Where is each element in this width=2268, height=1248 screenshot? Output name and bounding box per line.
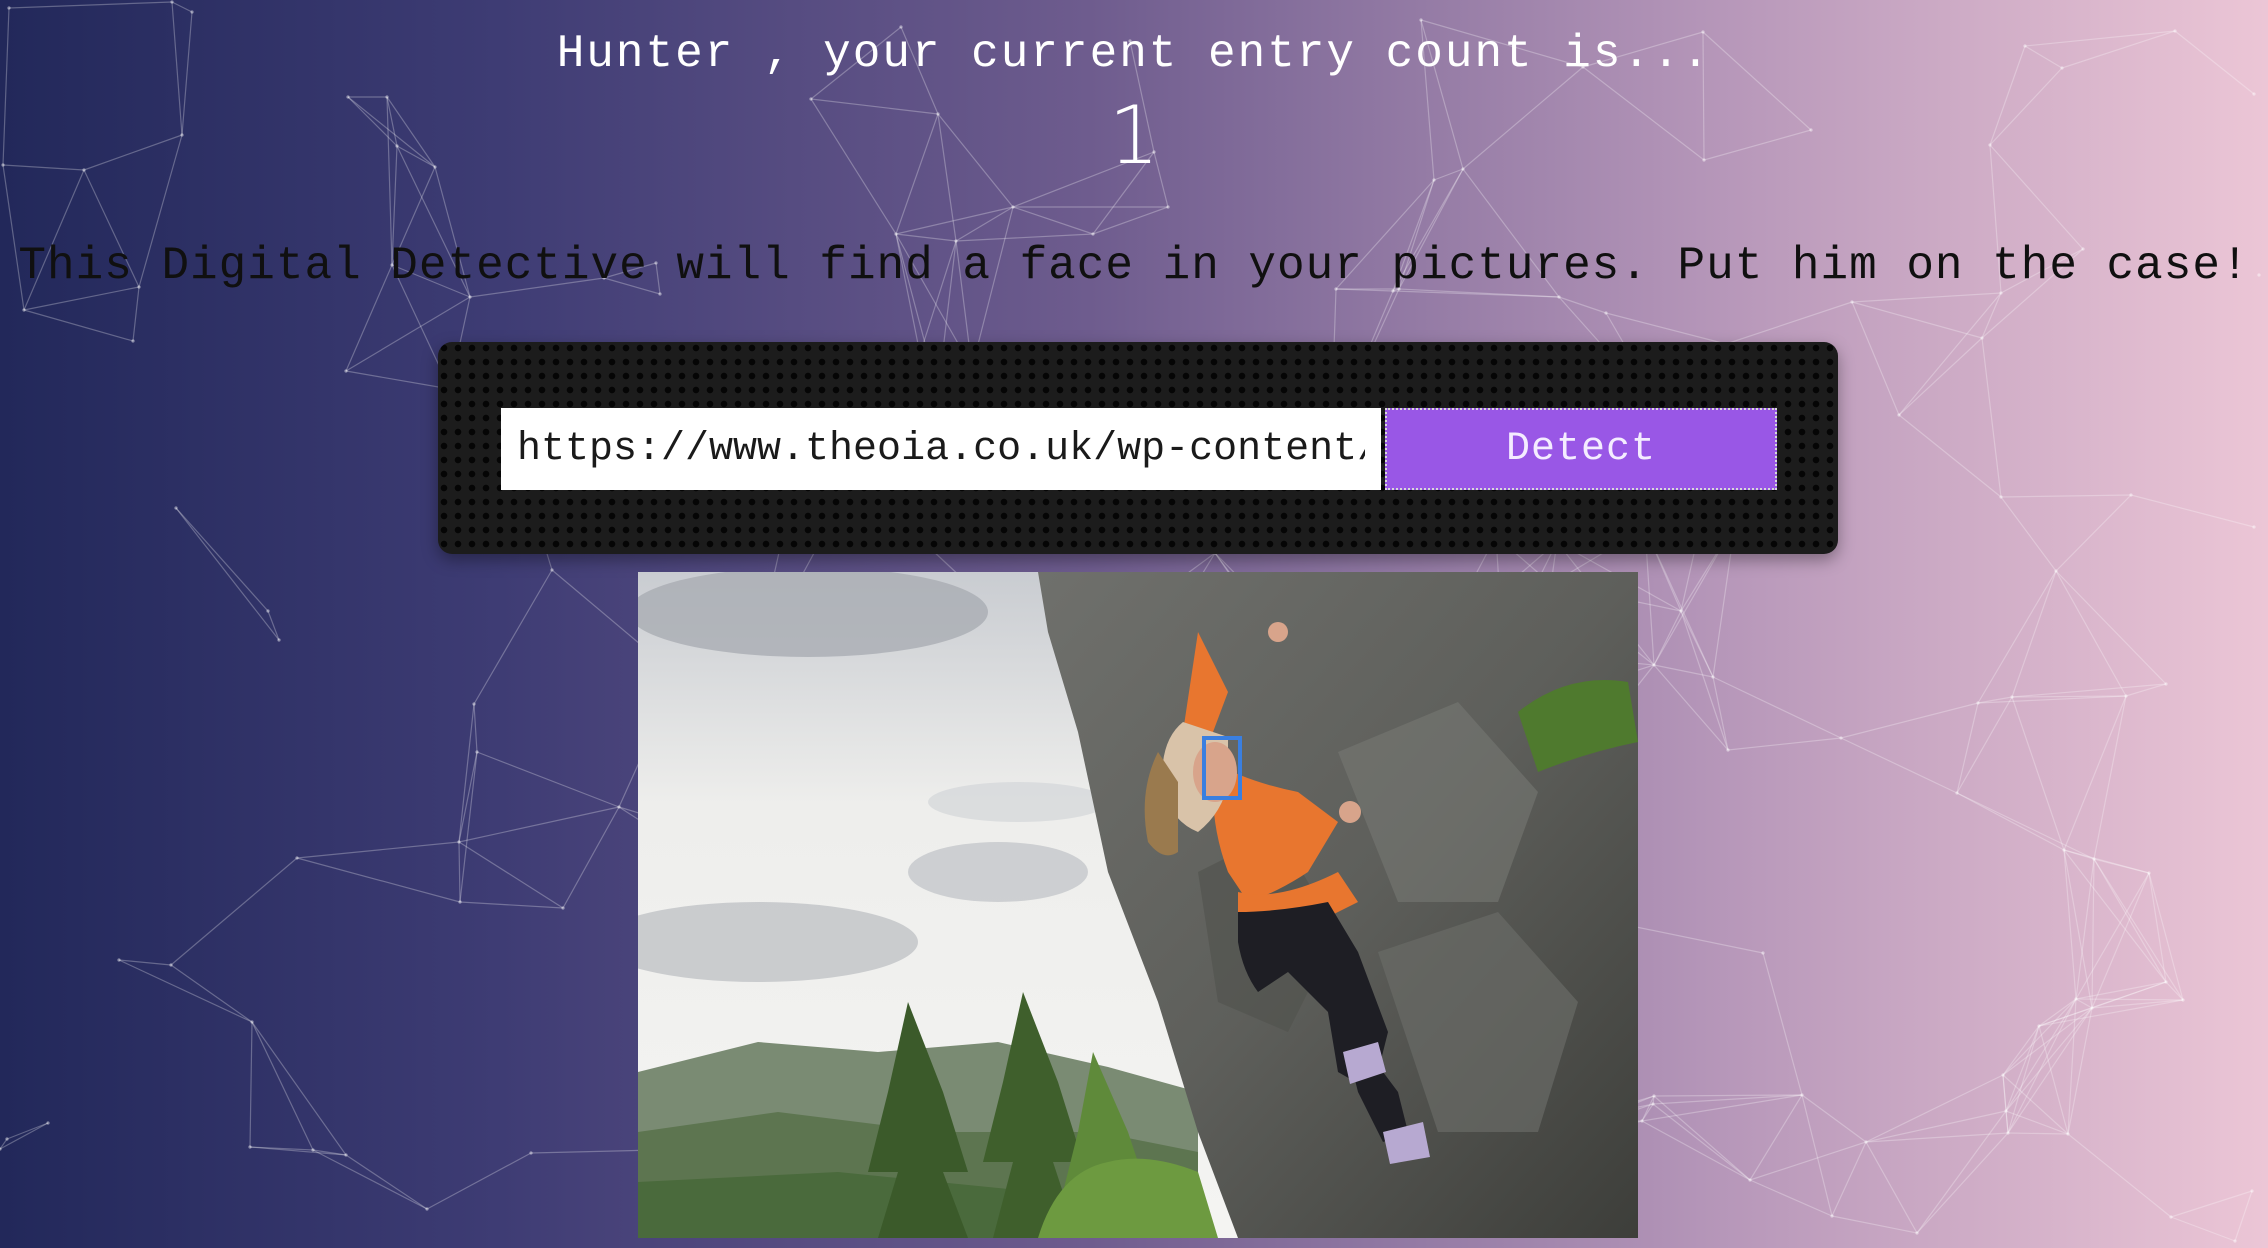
face-detection-box: [1202, 736, 1242, 800]
climber-photo: [638, 572, 1638, 1238]
image-link-form: Detect: [438, 342, 1838, 554]
intro-text: This Digital Detective will find a face …: [18, 240, 2250, 292]
entry-count-value: 1: [1108, 89, 1160, 182]
image-url-input[interactable]: [501, 408, 1381, 490]
entry-count-message: Hunter , your current entry count is...: [556, 28, 1712, 80]
detect-button[interactable]: Detect: [1385, 408, 1777, 490]
result-image: [638, 572, 1638, 1238]
